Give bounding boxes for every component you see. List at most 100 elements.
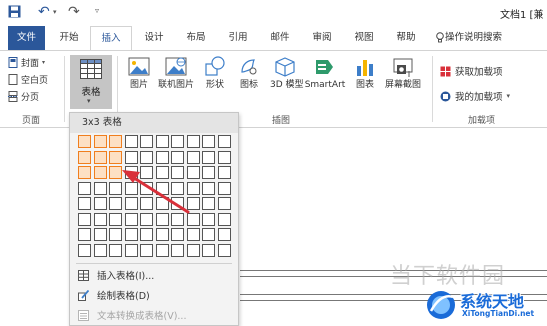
tab-home[interactable]: 开始 xyxy=(53,26,85,50)
table-size-grid[interactable] xyxy=(78,135,238,260)
table-grid-cell[interactable] xyxy=(171,228,184,241)
table-grid-cell[interactable] xyxy=(78,243,91,257)
table-grid-cell[interactable] xyxy=(140,166,153,179)
table-grid-cell-selected[interactable] xyxy=(78,166,91,179)
undo-dropdown-icon[interactable]: ▾ xyxy=(53,8,57,16)
table-grid-cell[interactable] xyxy=(140,181,153,195)
table-grid-cell[interactable] xyxy=(109,243,122,257)
table-grid-cell[interactable] xyxy=(109,197,122,210)
table-grid-cell[interactable] xyxy=(202,212,215,226)
table-grid-cell[interactable] xyxy=(171,150,184,164)
tab-help[interactable]: 帮助 xyxy=(390,26,422,50)
table-grid-cell[interactable] xyxy=(124,166,138,179)
table-grid-cell[interactable] xyxy=(93,228,107,241)
get-addins-button[interactable]: 获取加载项 xyxy=(440,64,503,78)
table-grid-cell[interactable] xyxy=(217,135,231,148)
table-grid-cell[interactable] xyxy=(217,181,231,195)
table-grid-cell[interactable] xyxy=(124,243,138,257)
cover-page-button[interactable]: 封面 ▾ xyxy=(8,56,45,69)
table-grid-cell[interactable] xyxy=(171,166,184,179)
table-grid-cell[interactable] xyxy=(155,150,169,164)
tab-review[interactable]: 审阅 xyxy=(306,26,338,50)
table-grid-cell[interactable] xyxy=(186,243,200,257)
table-grid-cell[interactable] xyxy=(140,228,153,241)
table-grid-cell-selected[interactable] xyxy=(109,150,122,164)
smartart-button[interactable]: SmartArt xyxy=(302,56,348,91)
table-grid-cell[interactable] xyxy=(124,212,138,226)
page-break-button[interactable]: 分页 xyxy=(8,90,39,103)
customize-caret-icon[interactable]: ▿ xyxy=(95,6,99,15)
table-grid-cell[interactable] xyxy=(109,181,122,195)
online-picture-button[interactable]: 联机图片 xyxy=(155,56,197,91)
icons-button[interactable]: 图标 xyxy=(236,56,262,91)
table-grid-cell-selected[interactable] xyxy=(93,135,107,148)
table-grid-cell[interactable] xyxy=(217,228,231,241)
table-grid-cell[interactable] xyxy=(78,228,91,241)
table-grid-cell-selected[interactable] xyxy=(78,135,91,148)
table-grid-cell[interactable] xyxy=(155,166,169,179)
table-grid-cell-selected[interactable] xyxy=(109,166,122,179)
table-grid-cell[interactable] xyxy=(202,150,215,164)
table-grid-cell[interactable] xyxy=(171,212,184,226)
table-grid-cell[interactable] xyxy=(93,197,107,210)
my-addins-caret-icon[interactable]: ▾ xyxy=(507,92,511,100)
table-grid-cell[interactable] xyxy=(171,135,184,148)
table-grid-cell[interactable] xyxy=(155,212,169,226)
table-grid-cell[interactable] xyxy=(186,212,200,226)
table-grid-cell[interactable] xyxy=(140,150,153,164)
save-icon[interactable] xyxy=(8,5,21,18)
table-grid-cell[interactable] xyxy=(124,181,138,195)
tab-layout[interactable]: 布局 xyxy=(180,26,212,50)
table-grid-cell[interactable] xyxy=(124,150,138,164)
table-grid-cell[interactable] xyxy=(93,243,107,257)
tell-me-search[interactable]: 操作说明搜索 xyxy=(445,26,502,50)
table-grid-cell[interactable] xyxy=(78,212,91,226)
table-grid-cell[interactable] xyxy=(155,181,169,195)
table-grid-cell[interactable] xyxy=(155,228,169,241)
insert-table-menu-item[interactable]: 插入表格(I)... xyxy=(78,268,154,282)
tab-references[interactable]: 引用 xyxy=(222,26,254,50)
table-grid-cell[interactable] xyxy=(93,212,107,226)
table-grid-cell[interactable] xyxy=(109,212,122,226)
table-grid-cell[interactable] xyxy=(217,150,231,164)
table-grid-cell[interactable] xyxy=(124,197,138,210)
table-grid-cell[interactable] xyxy=(78,181,91,195)
table-grid-cell[interactable] xyxy=(202,181,215,195)
table-grid-cell[interactable] xyxy=(155,197,169,210)
table-grid-cell[interactable] xyxy=(93,181,107,195)
table-grid-cell[interactable] xyxy=(186,197,200,210)
table-grid-cell[interactable] xyxy=(171,181,184,195)
my-addins-button[interactable]: 我的加载项 ▾ xyxy=(440,89,510,103)
tab-design[interactable]: 设计 xyxy=(138,26,170,50)
table-grid-cell[interactable] xyxy=(124,228,138,241)
table-grid-cell[interactable] xyxy=(217,166,231,179)
table-grid-cell-selected[interactable] xyxy=(109,135,122,148)
table-button[interactable]: 表格 ▾ xyxy=(70,55,112,109)
picture-button[interactable]: 图片 xyxy=(124,56,154,91)
blank-page-button[interactable]: 空白页 xyxy=(8,73,48,86)
table-grid-cell[interactable] xyxy=(186,135,200,148)
table-grid-cell[interactable] xyxy=(140,212,153,226)
table-grid-cell[interactable] xyxy=(186,166,200,179)
table-grid-cell[interactable] xyxy=(186,150,200,164)
table-grid-cell[interactable] xyxy=(109,228,122,241)
table-grid-cell[interactable] xyxy=(140,197,153,210)
table-grid-cell[interactable] xyxy=(202,243,215,257)
screenshot-button[interactable]: 屏幕截图 xyxy=(381,56,425,91)
tab-file[interactable]: 文件 xyxy=(8,26,45,50)
table-grid-cell[interactable] xyxy=(202,166,215,179)
table-grid-cell[interactable] xyxy=(217,212,231,226)
tab-view[interactable]: 视图 xyxy=(348,26,380,50)
table-grid-cell[interactable] xyxy=(140,135,153,148)
tab-insert[interactable]: 插入 xyxy=(90,26,132,50)
3d-model-button[interactable]: 3D 模型 xyxy=(270,56,304,91)
table-grid-cell[interactable] xyxy=(186,228,200,241)
table-grid-cell[interactable] xyxy=(217,243,231,257)
table-grid-cell[interactable] xyxy=(155,243,169,257)
table-grid-cell-selected[interactable] xyxy=(93,150,107,164)
table-grid-cell[interactable] xyxy=(78,197,91,210)
tab-mailings[interactable]: 邮件 xyxy=(264,26,296,50)
table-grid-cell[interactable] xyxy=(186,181,200,195)
table-grid-cell[interactable] xyxy=(124,135,138,148)
table-grid-cell[interactable] xyxy=(140,243,153,257)
